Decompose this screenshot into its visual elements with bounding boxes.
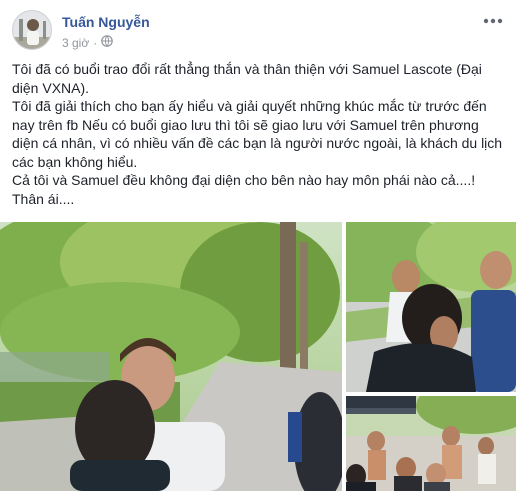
post-header: Tuấn Nguyễn 3 giờ ·	[12, 8, 504, 52]
photo-bottom-right[interactable]	[346, 396, 516, 491]
author-avatar[interactable]	[12, 10, 52, 50]
facebook-post: Tuấn Nguyễn 3 giờ · Tôi đã có buổi trao …	[0, 0, 516, 491]
photo-conversation-image	[346, 222, 516, 392]
meta-separator: ·	[93, 35, 98, 50]
avatar-image	[13, 11, 51, 49]
author-name[interactable]: Tuấn Nguyễn	[62, 14, 150, 30]
photo-park-image	[0, 222, 342, 491]
photo-grid	[0, 222, 516, 491]
post-paragraph: Tôi đã giải thích cho bạn ấy hiểu và giả…	[12, 98, 503, 170]
post-paragraph: Cả tôi và Samuel đều không đại diện cho …	[12, 172, 476, 188]
post-timestamp[interactable]: 3 giờ	[62, 36, 89, 50]
post-paragraph: Thân ái....	[12, 190, 75, 207]
post-text: Tôi đã có buổi trao đổi rất thẳng thắn v…	[12, 60, 507, 208]
post-meta: 3 giờ ·	[62, 35, 114, 50]
more-horizontal-icon[interactable]	[482, 14, 504, 28]
photo-top-right[interactable]	[346, 222, 516, 392]
post-paragraph: Tôi đã có buổi trao đổi rất thẳng thắn v…	[12, 61, 482, 96]
photo-main[interactable]	[0, 222, 342, 491]
photo-group-image	[346, 396, 516, 491]
globe-icon[interactable]	[101, 35, 114, 50]
